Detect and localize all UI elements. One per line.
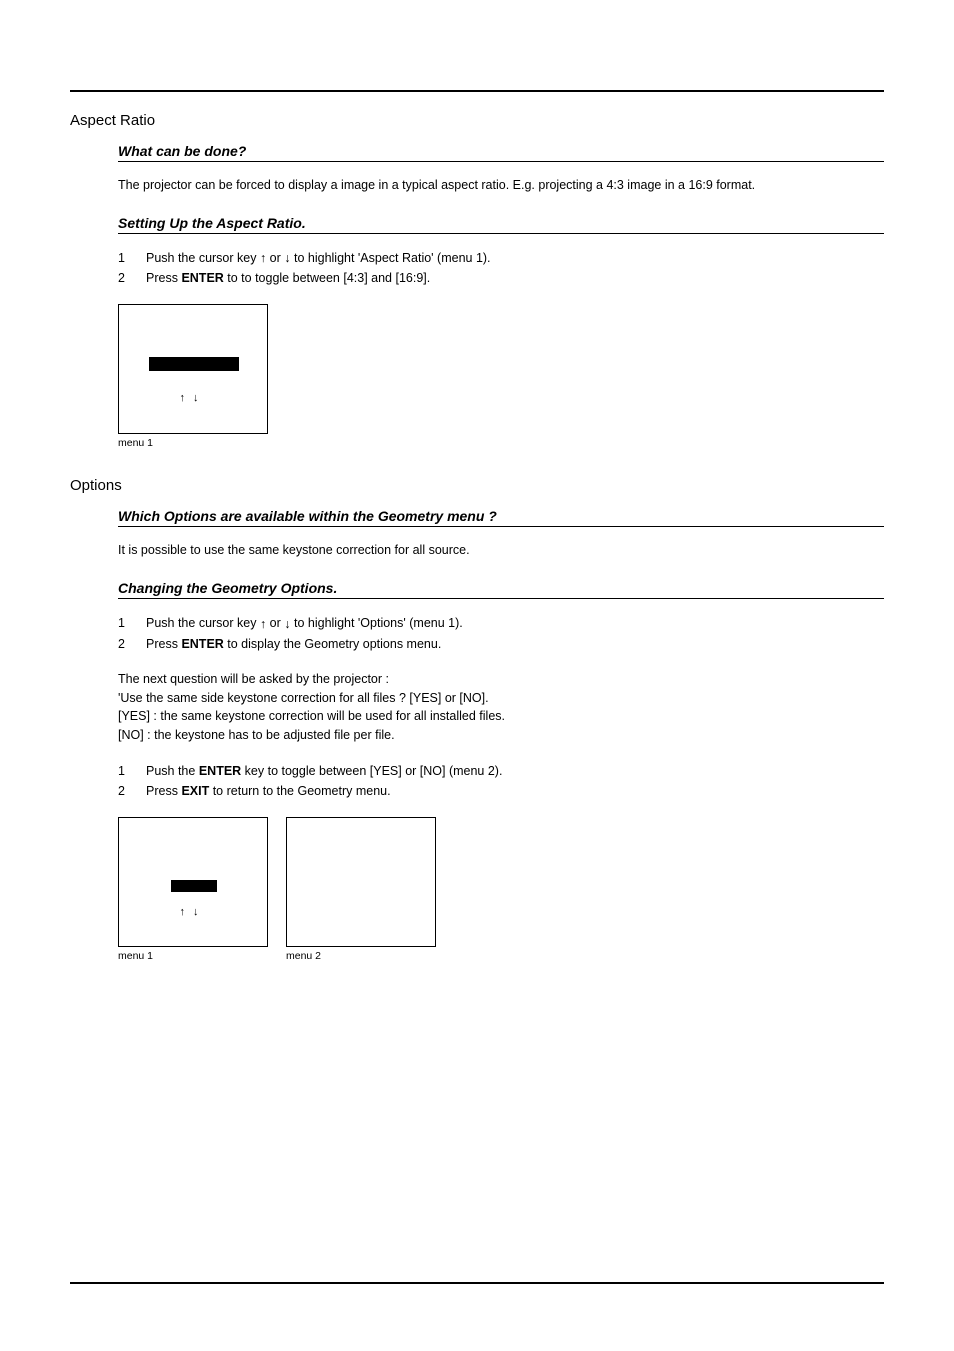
- step-number: 2: [118, 781, 146, 801]
- arrow-up-icon: ↑: [180, 906, 194, 918]
- list-item: 1 Push the ENTER key to toggle between […: [118, 761, 884, 781]
- list-item: 2 Press EXIT to return to the Geometry m…: [118, 781, 884, 801]
- arrow-up-icon: ↑: [180, 392, 194, 404]
- list-item: 2 Press ENTER to display the Geometry op…: [118, 634, 884, 654]
- menu-highlight-bar: [171, 880, 217, 892]
- text-fragment: Press: [146, 784, 181, 798]
- text-fragment: to highlight 'Aspect Ratio' (menu 1).: [291, 251, 491, 265]
- menu-1-box: ↑↓: [118, 304, 268, 434]
- text-fragment: to return to the Geometry menu.: [209, 784, 390, 798]
- bold-key: EXIT: [181, 784, 209, 798]
- para-line: 'Use the same side keystone correction f…: [118, 691, 489, 705]
- bold-key: ENTER: [181, 637, 223, 651]
- para-line: The next question will be asked by the p…: [118, 672, 389, 686]
- step-text: Push the cursor key ↑ or ↓ to highlight …: [146, 613, 884, 634]
- bottom-divider: [70, 1282, 884, 1284]
- list-item: 2 Press ENTER to to toggle between [4:3]…: [118, 268, 884, 288]
- para-line: [NO] : the keystone has to be adjusted f…: [118, 728, 395, 742]
- step-number: 1: [118, 761, 146, 781]
- menu-1-wrap: ↑↓ menu 1: [118, 304, 268, 449]
- step-text: Push the cursor key ↑ or ↓ to highlight …: [146, 248, 884, 269]
- menu-2-box: [286, 817, 436, 947]
- list-item: 1 Push the cursor key ↑ or ↓ to highligh…: [118, 613, 884, 634]
- aspect-content: What can be done? The projector can be f…: [118, 143, 884, 449]
- menu-1-caption: menu 1: [118, 437, 268, 449]
- text-fragment: Press: [146, 271, 181, 285]
- arrow-down-icon: ↓: [193, 392, 207, 404]
- para-line: [YES] : the same keystone correction wil…: [118, 709, 505, 723]
- menu-1-box: ↑↓: [118, 817, 268, 947]
- section-title-aspect-ratio: Aspect Ratio: [70, 112, 884, 129]
- options-steps-a: 1 Push the cursor key ↑ or ↓ to highligh…: [118, 613, 884, 654]
- text-fragment: or: [266, 616, 284, 630]
- options-menu-row: ↑↓ menu 1 menu 2: [118, 817, 884, 962]
- options-description: It is possible to use the same keystone …: [118, 541, 884, 560]
- step-number: 2: [118, 634, 146, 654]
- menu-highlight-bar: [149, 357, 239, 371]
- step-text: Push the ENTER key to toggle between [YE…: [146, 761, 884, 781]
- heading-changing-geometry: Changing the Geometry Options.: [118, 580, 884, 599]
- bold-key: ENTER: [181, 271, 223, 285]
- aspect-description: The projector can be forced to display a…: [118, 176, 884, 195]
- text-fragment: Push the cursor key: [146, 616, 260, 630]
- text-fragment: Push the cursor key: [146, 251, 260, 265]
- options-para-block: The next question will be asked by the p…: [118, 670, 884, 745]
- text-fragment: key to toggle between [YES] or [NO] (men…: [241, 764, 502, 778]
- text-fragment: Press: [146, 637, 181, 651]
- options-steps-b: 1 Push the ENTER key to toggle between […: [118, 761, 884, 801]
- menu-arrows: ↑↓: [119, 391, 267, 403]
- menu-2-caption: menu 2: [286, 950, 436, 962]
- text-fragment: to to toggle between [4:3] and [16:9].: [224, 271, 430, 285]
- top-divider: [70, 90, 884, 92]
- menu-arrows: ↑↓: [119, 906, 267, 918]
- text-fragment: to highlight 'Options' (menu 1).: [291, 616, 463, 630]
- aspect-menu-row: ↑↓ menu 1: [118, 304, 884, 449]
- text-fragment: Push the: [146, 764, 199, 778]
- arrow-down-icon: ↓: [193, 906, 207, 918]
- options-content: Which Options are available within the G…: [118, 508, 884, 961]
- section-title-options: Options: [70, 477, 884, 494]
- menu-1-wrap: ↑↓ menu 1: [118, 817, 268, 962]
- aspect-steps-list: 1 Push the cursor key ↑ or ↓ to highligh…: [118, 248, 884, 289]
- heading-what-can-be-done: What can be done?: [118, 143, 884, 162]
- step-text: Press ENTER to display the Geometry opti…: [146, 634, 884, 654]
- document-page: Aspect Ratio What can be done? The proje…: [0, 0, 954, 1344]
- heading-which-options: Which Options are available within the G…: [118, 508, 884, 527]
- heading-setting-up-aspect: Setting Up the Aspect Ratio.: [118, 215, 884, 234]
- menu-1-caption: menu 1: [118, 950, 268, 962]
- step-number: 2: [118, 268, 146, 288]
- text-fragment: or: [266, 251, 284, 265]
- step-number: 1: [118, 248, 146, 269]
- step-number: 1: [118, 613, 146, 634]
- list-item: 1 Push the cursor key ↑ or ↓ to highligh…: [118, 248, 884, 269]
- bold-key: ENTER: [199, 764, 241, 778]
- step-text: Press EXIT to return to the Geometry men…: [146, 781, 884, 801]
- step-text: Press ENTER to to toggle between [4:3] a…: [146, 268, 884, 288]
- text-fragment: to display the Geometry options menu.: [224, 637, 441, 651]
- menu-2-wrap: menu 2: [286, 817, 436, 962]
